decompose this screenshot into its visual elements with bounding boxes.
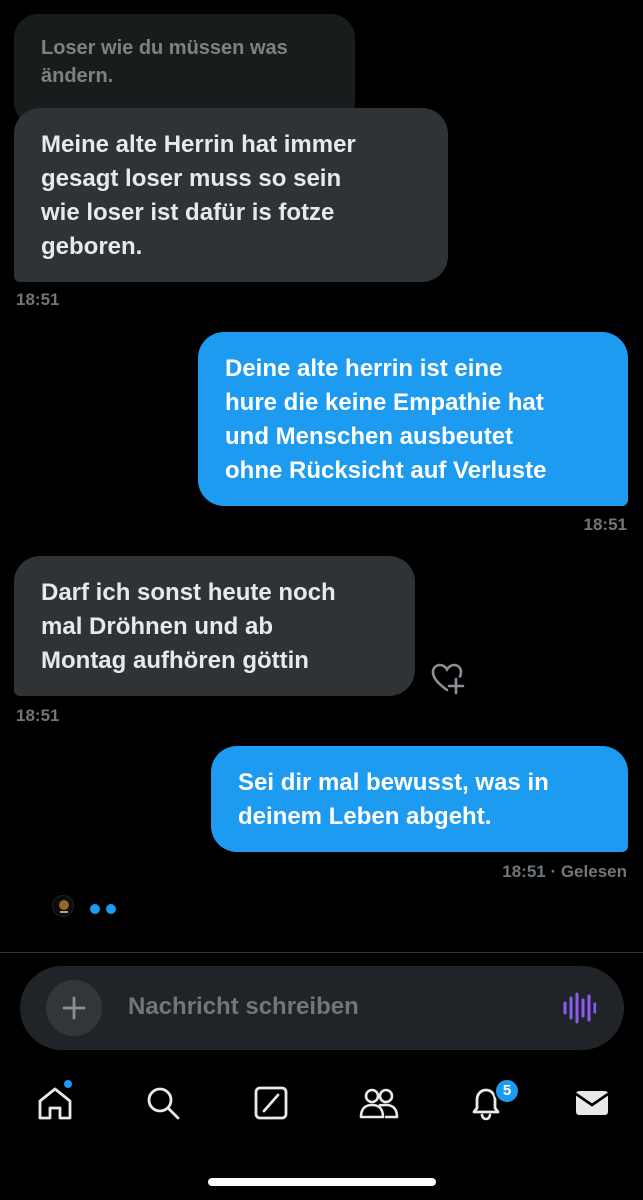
- message-input[interactable]: Nachricht schreiben: [128, 993, 359, 1021]
- notification-count-badge: 5: [494, 1078, 520, 1104]
- message-timestamp: 18:51: [16, 290, 60, 309]
- message-bubble-outgoing[interactable]: Sei dir mal bewusst, was in deinem Leben…: [211, 746, 628, 852]
- message-composer[interactable]: Nachricht schreiben: [20, 966, 624, 1050]
- search-icon[interactable]: [144, 1084, 182, 1127]
- grok-icon[interactable]: [252, 1084, 290, 1127]
- emblem-icon: [59, 900, 69, 913]
- typing-dot: [106, 904, 116, 914]
- message-timestamp: 18:51: [583, 515, 627, 534]
- message-read-receipt: 18:51 · Gelesen: [502, 862, 627, 881]
- add-reaction-icon[interactable]: [430, 662, 468, 701]
- divider: [0, 952, 643, 953]
- plus-icon: [62, 996, 86, 1020]
- home-icon[interactable]: [36, 1084, 74, 1127]
- home-unread-dot: [62, 1078, 74, 1090]
- voice-waveform-icon[interactable]: [562, 991, 597, 1030]
- message-bubble-incoming[interactable]: Meine alte Herrin hat immer gesagt loser…: [14, 108, 448, 282]
- typing-dot: [90, 904, 100, 914]
- home-indicator[interactable]: [208, 1178, 436, 1186]
- add-attachment-button[interactable]: [46, 980, 102, 1036]
- message-bubble-incoming[interactable]: Darf ich sonst heute noch mal Dröhnen un…: [14, 556, 415, 696]
- messages-icon[interactable]: [573, 1084, 611, 1127]
- typing-user-avatar: [52, 895, 74, 917]
- message-timestamp: 18:51: [16, 706, 60, 725]
- message-bubble-outgoing[interactable]: Deine alte herrin ist eine hure die kein…: [198, 332, 628, 506]
- communities-icon[interactable]: [358, 1084, 400, 1127]
